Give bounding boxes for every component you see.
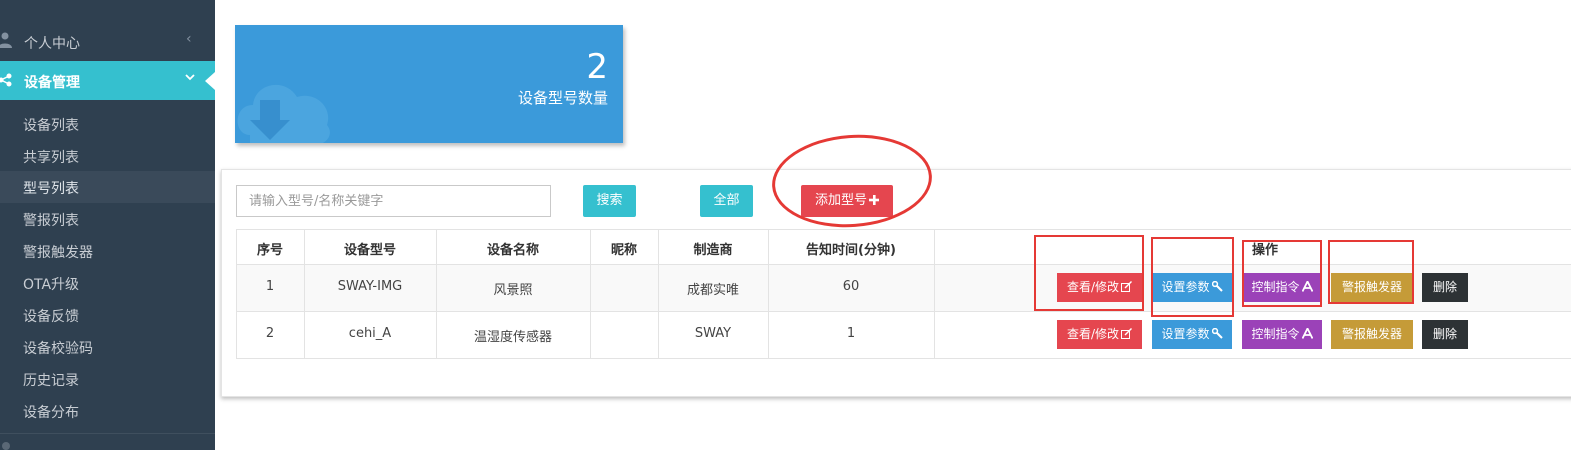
header-notify-time: 告知时间(分钟) bbox=[806, 243, 896, 258]
all-button[interactable]: 全部 bbox=[700, 185, 753, 217]
grid-line bbox=[436, 229, 437, 358]
sidebar-divider bbox=[0, 433, 215, 434]
set-params-label: 设置参数 bbox=[1161, 327, 1210, 341]
sidebar-item-ota-upgrade[interactable]: OTA升级 bbox=[0, 267, 215, 299]
cell-name: 风景照 bbox=[493, 283, 533, 298]
header-index: 序号 bbox=[256, 243, 283, 258]
cell-name: 温湿度传感器 bbox=[473, 330, 552, 345]
chevron-down-icon bbox=[185, 74, 195, 81]
grid-line bbox=[236, 229, 237, 358]
annotation-box bbox=[1328, 240, 1414, 304]
sidebar-item-label: OTA升级 bbox=[23, 277, 80, 293]
control-command-label: 控制指令 bbox=[1251, 327, 1300, 341]
sidebar-item-label: 设备分布 bbox=[23, 405, 79, 421]
chevron-left-icon: ‹ bbox=[186, 31, 192, 47]
sidebar-item-label: 警报列表 bbox=[23, 213, 79, 229]
font-icon bbox=[1301, 326, 1313, 339]
delete-button[interactable]: 删除 bbox=[1422, 320, 1468, 349]
sidebar-item-label: 设备列表 bbox=[23, 118, 79, 134]
sidebar-item-model-list[interactable]: 型号列表 bbox=[0, 171, 215, 203]
header-nickname: 昵称 bbox=[610, 243, 637, 258]
sidebar-item-label: 历史记录 bbox=[23, 373, 79, 389]
grid-line bbox=[590, 229, 591, 358]
active-indicator bbox=[205, 72, 215, 90]
sidebar-item-share-list[interactable]: 共享列表 bbox=[0, 140, 215, 172]
annotation-box bbox=[1242, 240, 1322, 307]
annotation-box bbox=[1034, 235, 1144, 311]
edit-icon bbox=[1121, 328, 1133, 339]
header-maker: 制造商 bbox=[693, 243, 733, 258]
sidebar-item-personal-center[interactable]: 个人中心 ‹ bbox=[0, 22, 215, 60]
sidebar-item-label: 型号列表 bbox=[23, 181, 79, 197]
sidebar-item-history[interactable]: 历史记录 bbox=[0, 363, 215, 395]
header-model: 设备型号 bbox=[343, 243, 396, 258]
grid-line bbox=[658, 229, 659, 358]
cell-maker: SWAY bbox=[694, 326, 732, 341]
sidebar-item-label: 共享列表 bbox=[23, 150, 79, 166]
sidebar-item-label: 个人中心 bbox=[24, 36, 80, 52]
control-command-button[interactable]: 控制指令 bbox=[1242, 320, 1322, 349]
cloud-download-icon bbox=[237, 84, 330, 143]
model-count-label: 设备型号数量 bbox=[517, 89, 608, 107]
sidebar-item-distribution[interactable]: 设备分布 bbox=[0, 395, 215, 427]
share-icon bbox=[0, 73, 12, 87]
sidebar-item-alarm-trigger[interactable]: 警报触发器 bbox=[0, 235, 215, 267]
cell-model: SWAY-IMG bbox=[337, 279, 403, 294]
cell-notify-time: 1 bbox=[846, 326, 856, 341]
model-count-value: 2 bbox=[586, 47, 608, 87]
sidebar-item-label: 设备校验码 bbox=[23, 341, 93, 357]
cell-model: cehi_A bbox=[348, 326, 392, 341]
sidebar-bottom-icon[interactable] bbox=[2, 442, 10, 450]
grid-line bbox=[236, 358, 1571, 359]
cell-index: 2 bbox=[265, 326, 275, 341]
grid-line bbox=[304, 229, 305, 358]
model-count-card: 2 设备型号数量 bbox=[235, 25, 623, 143]
view-edit-button[interactable]: 查看/修改 bbox=[1057, 320, 1142, 349]
wrench-icon bbox=[1211, 327, 1223, 339]
view-edit-label: 查看/修改 bbox=[1066, 327, 1120, 341]
search-input[interactable] bbox=[236, 185, 551, 217]
sidebar-item-device-list[interactable]: 设备列表 bbox=[0, 108, 215, 140]
cell-index: 1 bbox=[265, 279, 275, 294]
sidebar-item-verify-code[interactable]: 设备校验码 bbox=[0, 331, 215, 363]
sidebar-item-label: 设备反馈 bbox=[23, 309, 79, 325]
sidebar-item-label: 设备管理 bbox=[24, 75, 80, 91]
user-icon bbox=[0, 32, 12, 48]
annotation-box bbox=[1151, 237, 1234, 317]
sidebar: 个人中心 ‹ 设备管理 设备列表 共享列表 型号列表 警报列表 警报触发器 OT… bbox=[0, 0, 215, 450]
search-button[interactable]: 搜索 bbox=[583, 185, 636, 217]
sidebar-item-alarm-list[interactable]: 警报列表 bbox=[0, 203, 215, 235]
cell-maker: 成都实唯 bbox=[686, 283, 739, 298]
alarm-trigger-button[interactable]: 警报触发器 bbox=[1331, 320, 1413, 349]
sidebar-item-label: 警报触发器 bbox=[23, 245, 93, 261]
grid-line bbox=[768, 229, 769, 358]
cell-notify-time: 60 bbox=[842, 279, 860, 294]
delete-button[interactable]: 删除 bbox=[1422, 273, 1468, 302]
sidebar-item-device-management[interactable]: 设备管理 bbox=[0, 61, 215, 100]
set-params-button[interactable]: 设置参数 bbox=[1152, 320, 1232, 349]
header-name: 设备名称 bbox=[486, 243, 539, 258]
sidebar-item-device-feedback[interactable]: 设备反馈 bbox=[0, 299, 215, 331]
grid-line bbox=[934, 229, 935, 358]
